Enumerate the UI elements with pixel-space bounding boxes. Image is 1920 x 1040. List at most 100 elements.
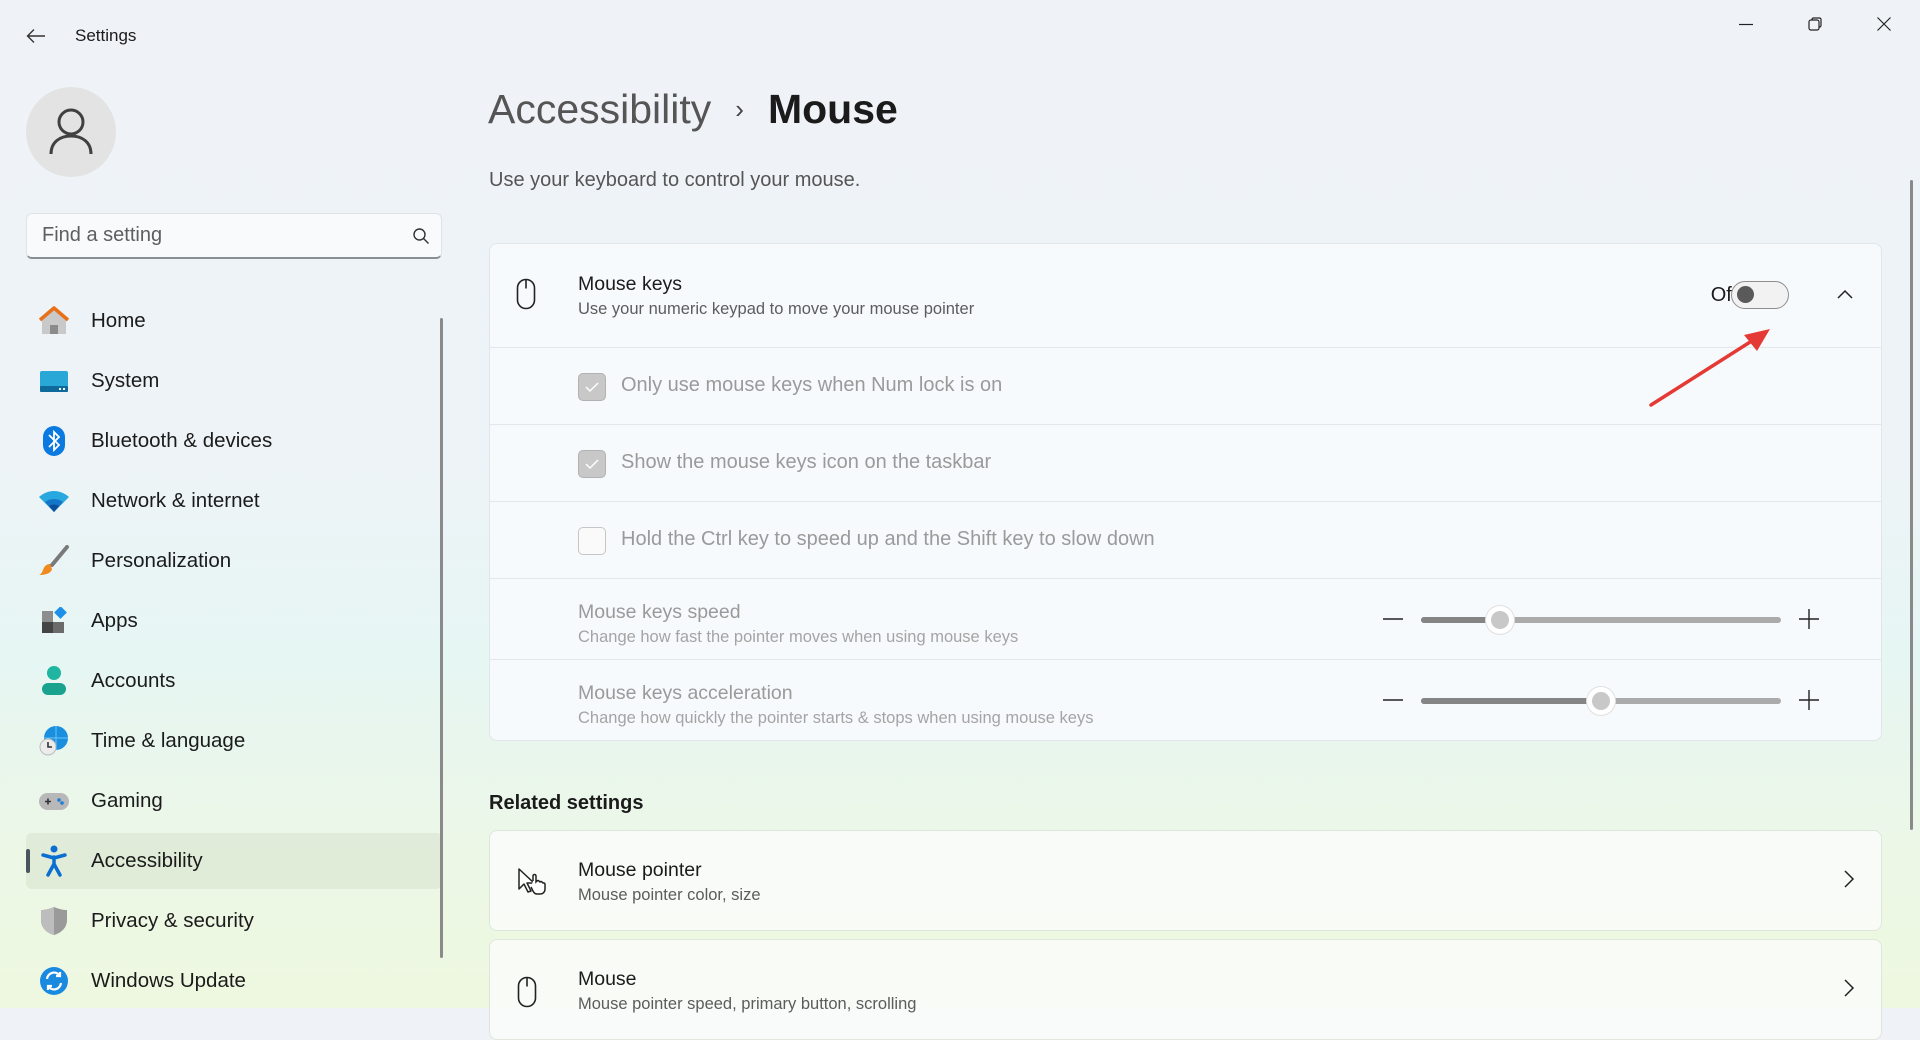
sidebar-item-home[interactable]: Home [26,293,442,349]
related-mouse[interactable]: Mouse Mouse pointer speed, primary butto… [489,939,1882,1040]
ctrl-shift-checkbox[interactable] [578,527,606,555]
mouse-icon [517,976,537,1013]
acceleration-text: Mouse keys acceleration Change how quick… [578,682,1093,728]
brush-icon [37,544,71,578]
plus-icon [1799,609,1819,629]
related-mouse-pointer[interactable]: Mouse pointer Mouse pointer color, size [489,830,1882,931]
search-input[interactable] [27,223,401,248]
acceleration-title: Mouse keys acceleration [578,682,793,704]
num-lock-label: Only use mouse keys when Num lock is on [621,374,1003,396]
user-icon [49,108,93,155]
mouse-keys-subtitle: Use your numeric keypad to move your mou… [578,300,975,318]
close-icon [1877,17,1891,31]
collapse-button[interactable] [1829,279,1861,311]
toggle-knob [1737,286,1754,303]
acceleration-slider-track[interactable] [1421,687,1781,715]
mouse-icon [516,278,536,315]
checkmark-icon [585,382,599,393]
acceleration-increase-button[interactable] [1797,688,1821,712]
taskbar-icon-checkbox[interactable] [578,450,606,478]
acceleration-decrease-button[interactable] [1381,688,1405,712]
option-ctrl-shift: Hold the Ctrl key to speed up and the Sh… [490,501,1881,578]
sidebar-item-windows-update[interactable]: Windows Update [26,953,442,1009]
mouse-keys-title: Mouse keys [578,273,683,295]
sidebar-item-personalization[interactable]: Personalization [26,533,442,589]
back-button[interactable] [20,22,52,50]
sidebar-scrollbar[interactable] [440,318,443,958]
accessibility-icon [37,844,71,878]
speed-slider-track[interactable] [1421,606,1781,634]
mouse-keys-acceleration-row: Mouse keys acceleration Change how quick… [490,659,1881,740]
speed-title: Mouse keys speed [578,601,741,623]
sidebar-nav: Home System Bluetooth & devices Network … [26,293,442,1013]
mouse-pointer-subtitle: Mouse pointer color, size [578,886,761,904]
restore-icon [1808,17,1822,31]
speed-slider [1381,601,1821,637]
sidebar-item-privacy-security[interactable]: Privacy & security [26,893,442,949]
minimize-icon [1739,23,1753,26]
checkmark-icon [585,459,599,470]
page-title: Mouse [767,86,898,132]
chevron-right-icon [1843,978,1855,1003]
plus-icon [1799,690,1819,710]
sidebar-item-accessibility[interactable]: Accessibility [26,833,442,889]
chevron-up-icon [1837,289,1853,299]
time-language-icon [37,724,71,758]
sidebar-item-system[interactable]: System [26,353,442,409]
num-lock-checkbox[interactable] [578,373,606,401]
minimize-button[interactable] [1718,8,1774,40]
breadcrumb: Accessibility › Mouse [488,86,898,133]
mouse-title: Mouse [578,968,637,990]
mouse-text: Mouse Mouse pointer speed, primary butto… [578,968,916,1014]
main-scrollbar[interactable] [1910,180,1913,830]
page-description: Use your keyboard to control your mouse. [489,169,861,191]
sidebar-item-apps[interactable]: Apps [26,593,442,649]
mouse-keys-header[interactable]: Mouse keys Use your numeric keypad to mo… [490,244,1881,347]
breadcrumb-separator: › [735,94,744,124]
mouse-keys-card: Mouse keys Use your numeric keypad to mo… [489,243,1882,741]
option-num-lock: Only use mouse keys when Num lock is on [490,347,1881,424]
ctrl-shift-label: Hold the Ctrl key to speed up and the Sh… [621,528,1155,550]
option-taskbar-icon: Show the mouse keys icon on the taskbar [490,424,1881,501]
acceleration-subtitle: Change how quickly the pointer starts & … [578,709,1094,727]
breadcrumb-parent[interactable]: Accessibility [488,86,711,133]
sidebar-item-network[interactable]: Network & internet [26,473,442,529]
sidebar-item-bluetooth[interactable]: Bluetooth & devices [26,413,442,469]
related-settings-heading: Related settings [489,792,644,814]
acceleration-slider [1381,682,1821,718]
speed-increase-button[interactable] [1797,607,1821,631]
mouse-pointer-text: Mouse pointer Mouse pointer color, size [578,859,761,905]
chevron-right-icon [1843,869,1855,894]
search-box[interactable] [26,213,442,259]
mouse-keys-speed-row: Mouse keys speed Change how fast the poi… [490,578,1881,659]
minus-icon [1383,618,1403,620]
mouse-keys-text: Mouse keys Use your numeric keypad to mo… [578,273,974,319]
wifi-icon [37,484,71,518]
system-icon [37,364,71,398]
mouse-keys-toggle[interactable] [1731,281,1789,309]
gamepad-icon [37,784,71,818]
app-title: Settings [75,26,137,45]
minus-icon [1383,699,1403,701]
speed-subtitle: Change how fast the pointer moves when u… [578,628,1019,646]
sidebar-item-time-language[interactable]: Time & language [26,713,442,769]
bluetooth-icon [37,424,71,458]
mouse-subtitle: Mouse pointer speed, primary button, scr… [578,995,917,1013]
sidebar-item-gaming[interactable]: Gaming [26,773,442,829]
speed-slider-thumb[interactable] [1486,606,1515,634]
mouse-pointer-icon [517,867,549,900]
speed-decrease-button[interactable] [1381,607,1405,631]
update-icon [37,964,71,998]
acceleration-slider-thumb[interactable] [1587,687,1615,715]
home-icon [37,304,71,338]
close-button[interactable] [1856,8,1912,40]
apps-icon [37,604,71,638]
restore-button[interactable] [1787,8,1843,40]
mouse-pointer-title: Mouse pointer [578,859,702,881]
sidebar-item-accounts[interactable]: Accounts [26,653,442,709]
speed-text: Mouse keys speed Change how fast the poi… [578,601,1018,647]
search-icon[interactable] [401,227,441,245]
acceleration-slider-fill [1421,698,1601,704]
account-icon [37,664,71,698]
avatar[interactable] [26,87,116,177]
